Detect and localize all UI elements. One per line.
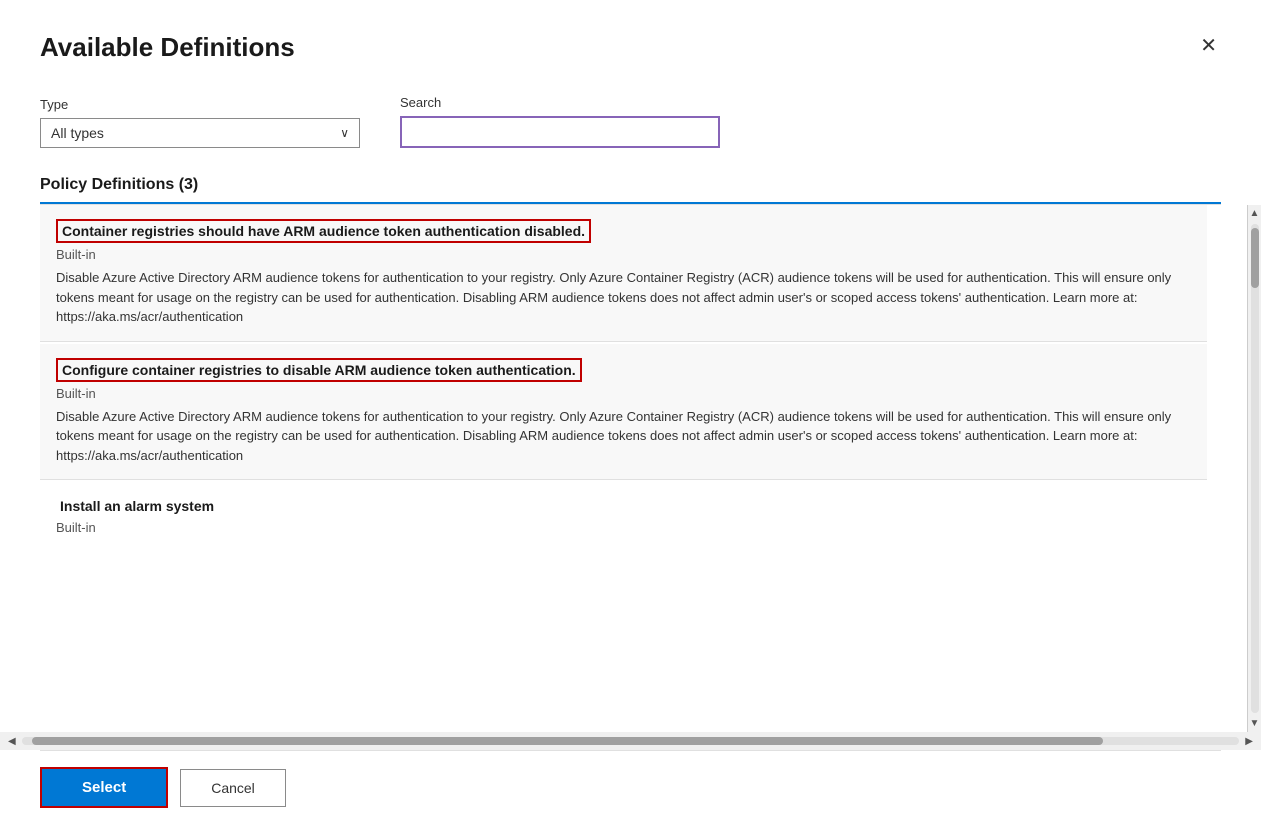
- policy-item-type: Built-in: [56, 247, 1191, 262]
- policy-item-type: Built-in: [56, 386, 1191, 401]
- search-input[interactable]: [400, 116, 720, 148]
- scroll-down-arrow[interactable]: ▼: [1250, 715, 1260, 732]
- vertical-scrollbar[interactable]: ▲ ▼: [1247, 205, 1261, 732]
- search-label: Search: [400, 95, 720, 110]
- footer-area: Select Cancel: [40, 750, 1221, 828]
- policy-item-desc: Disable Azure Active Directory ARM audie…: [56, 407, 1191, 466]
- policy-item[interactable]: Configure container registries to disabl…: [40, 344, 1207, 481]
- policy-item-title: Install an alarm system: [56, 496, 218, 516]
- scroll-up-arrow[interactable]: ▲: [1250, 205, 1260, 222]
- policy-item-desc: Disable Azure Active Directory ARM audie…: [56, 268, 1191, 327]
- policy-list[interactable]: Container registries should have ARM aud…: [0, 205, 1247, 732]
- scrollbar-thumb[interactable]: [1251, 228, 1259, 288]
- select-button[interactable]: Select: [40, 767, 168, 808]
- type-filter-group: Type All types ∨: [40, 97, 360, 148]
- type-select-value: All types: [51, 125, 104, 141]
- scroll-left-arrow[interactable]: ◀: [4, 736, 20, 747]
- section-header: Policy Definitions (3): [40, 176, 1221, 205]
- type-dropdown[interactable]: All types ∨: [40, 118, 360, 148]
- dialog-header: Available Definitions ✕: [40, 32, 1221, 63]
- available-definitions-dialog: Available Definitions ✕ Type All types ∨…: [0, 0, 1261, 828]
- close-button[interactable]: ✕: [1196, 32, 1221, 60]
- dialog-title: Available Definitions: [40, 32, 295, 63]
- policy-item[interactable]: Install an alarm system Built-in: [40, 482, 1207, 555]
- cancel-button[interactable]: Cancel: [180, 769, 286, 807]
- horizontal-scrollbar[interactable]: ◀ ▶: [0, 732, 1261, 750]
- policy-item[interactable]: Container registries should have ARM aud…: [40, 205, 1207, 342]
- policy-item-title: Container registries should have ARM aud…: [56, 219, 591, 243]
- policy-item-title: Configure container registries to disabl…: [56, 358, 582, 382]
- chevron-down-icon: ∨: [340, 126, 349, 140]
- type-label: Type: [40, 97, 360, 112]
- filters-row: Type All types ∨ Search: [40, 95, 1221, 148]
- search-filter-group: Search: [400, 95, 720, 148]
- h-scrollbar-thumb[interactable]: [32, 737, 1103, 745]
- section-title: Policy Definitions (3): [40, 176, 1221, 204]
- policy-item-type: Built-in: [56, 520, 1191, 535]
- scroll-right-arrow[interactable]: ▶: [1241, 736, 1257, 747]
